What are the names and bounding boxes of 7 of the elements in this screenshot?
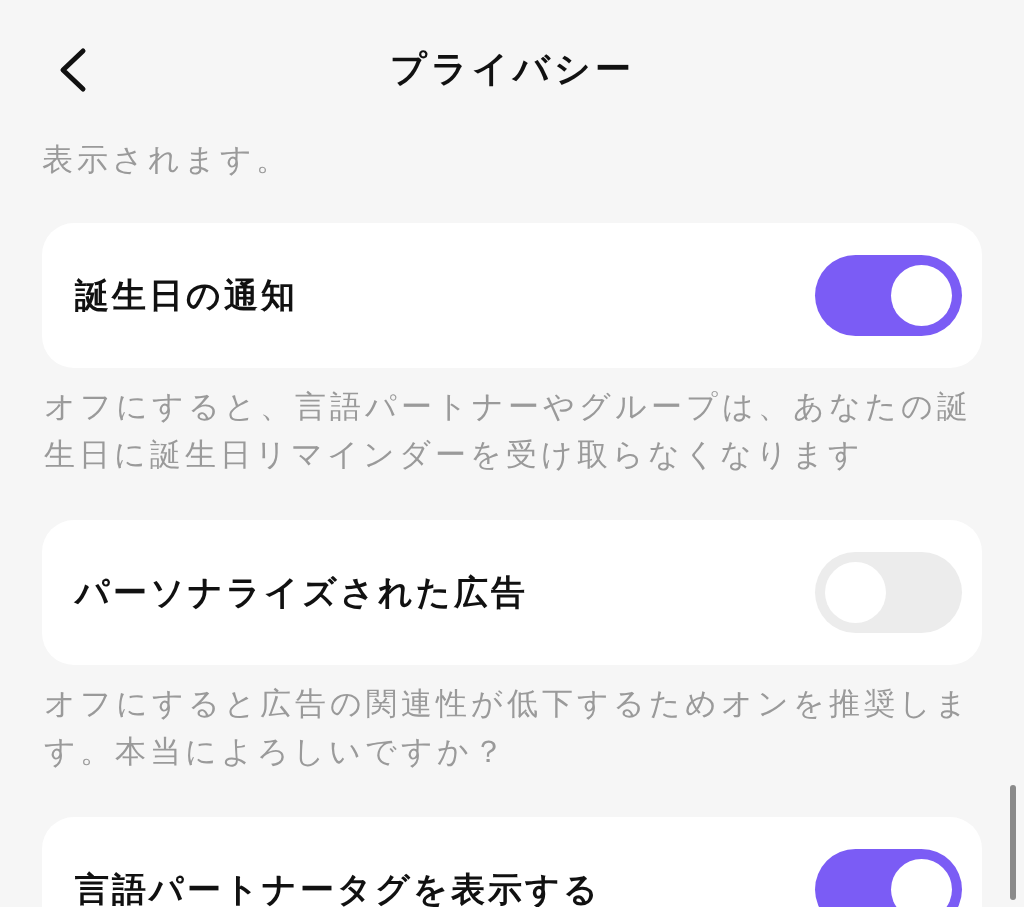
setting-description: オフにすると広告の関連性が低下するためオンを推奨します。本当によろしいですか？	[43, 684, 972, 771]
setting-description: オフにすると、言語パートナーやグループは、あなたの誕生日に誕生日リマインダーを受け取らなくなります	[43, 387, 973, 474]
setting-description: 表示されます。	[42, 140, 292, 179]
toggle-switch[interactable]	[815, 849, 962, 907]
setting-label: 誕生日の通知	[75, 273, 298, 317]
screen-title: プライバシー	[389, 47, 635, 91]
setting-label: パーソナライズされた広告	[75, 570, 528, 614]
